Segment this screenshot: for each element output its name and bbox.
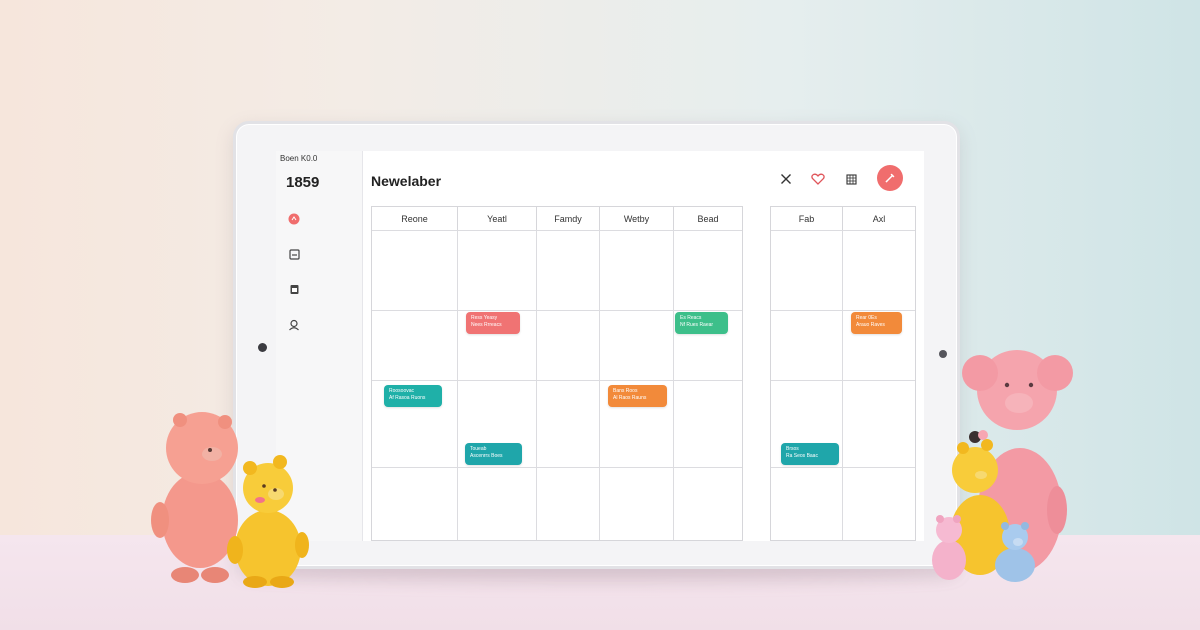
edit-icon[interactable]: [877, 165, 903, 191]
event-chip[interactable]: Rear 0Es Arauo Raves: [851, 312, 902, 334]
grid-line: [771, 467, 915, 468]
event-detail: Ascenrrs Boes: [470, 453, 503, 459]
grid-line: [673, 230, 674, 540]
grid-line: [771, 380, 915, 381]
grid-line: [372, 467, 742, 468]
grid-line: [842, 230, 843, 540]
grid-icon[interactable]: [841, 169, 861, 189]
event-detail: Af Rasoa Ruons: [389, 395, 426, 401]
profile-icon[interactable]: [287, 318, 301, 332]
close-icon[interactable]: [776, 169, 796, 189]
event-title: Es Reacs: [680, 315, 702, 321]
status-text: Boen K0.0: [280, 154, 318, 163]
event-detail: Al Raos Rauns: [613, 395, 647, 401]
calendar-grid-main: Reone Yeatl Famdy Wetby Bead: [371, 206, 743, 541]
grid-line: [372, 230, 742, 231]
event-chip[interactable]: Roosoovac Af Rasoa Ruons: [384, 385, 442, 407]
page-title: Newelaber: [371, 173, 442, 189]
grid-line: [536, 230, 537, 540]
event-title: Brsos: [786, 446, 799, 452]
event-title: Roosoovac: [389, 388, 415, 394]
event-detail: Nees Rrreacs: [471, 322, 502, 328]
column-header-famdy[interactable]: Famdy: [537, 207, 600, 230]
grid-line: [372, 310, 742, 311]
tablet-device: Boen K0.0 1859 Newelaber Reone Yeatl Fam…: [233, 121, 960, 569]
grid-line: [599, 230, 600, 540]
event-title: Bans Roos: [613, 388, 638, 394]
event-title: Rear 0Es: [856, 315, 877, 321]
event-chip[interactable]: Bans Roos Al Raos Rauns: [608, 385, 667, 407]
sidebar-number: 1859: [286, 174, 320, 191]
event-detail: Arauo Raves: [856, 322, 885, 328]
grid-line: [372, 380, 742, 381]
inbox-icon[interactable]: [287, 247, 301, 261]
calendar-grid-secondary: Fab Axl: [770, 206, 916, 541]
column-header-wetby[interactable]: Wetby: [600, 207, 674, 230]
heart-icon[interactable]: [808, 169, 828, 189]
event-chip[interactable]: Toueab Ascenrrs Boes: [465, 443, 522, 465]
grid-line: [771, 230, 915, 231]
grid-line: [771, 310, 915, 311]
event-detail: Ra Seos Baac: [786, 453, 818, 459]
column-header-axl[interactable]: Axl: [843, 207, 915, 230]
event-chip[interactable]: Brsos Ra Seos Baac: [781, 443, 839, 465]
calendar-icon[interactable]: [287, 282, 301, 296]
grid-line: [457, 230, 458, 540]
toy-figures-right: [932, 350, 1073, 582]
camera-icon: [258, 343, 267, 352]
alert-icon[interactable]: [287, 212, 301, 226]
event-title: Ress Yeasy: [471, 315, 498, 321]
column-header-yeatl[interactable]: Yeatl: [458, 207, 537, 230]
event-detail: Nf Rues Raear: [680, 322, 714, 328]
column-header-reone[interactable]: Reone: [372, 207, 458, 230]
toy-figures-left: [151, 412, 309, 588]
app-screen: Boen K0.0 1859 Newelaber Reone Yeatl Fam…: [276, 151, 924, 541]
column-header-fab[interactable]: Fab: [771, 207, 843, 230]
event-chip[interactable]: Es Reacs Nf Rues Raear: [675, 312, 728, 334]
column-header-bead[interactable]: Bead: [674, 207, 742, 230]
event-chip[interactable]: Ress Yeasy Nees Rrreacs: [466, 312, 520, 334]
event-title: Toueab: [470, 446, 487, 452]
